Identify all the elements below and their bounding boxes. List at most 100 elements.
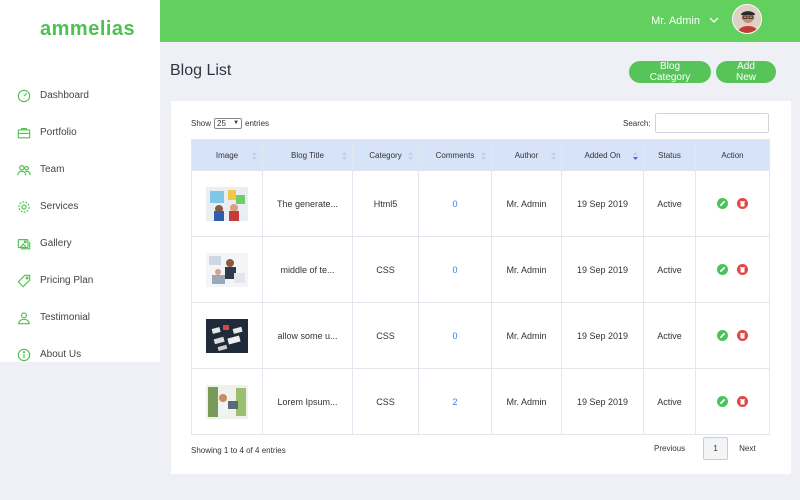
blog-thumbnail[interactable] [206, 186, 248, 221]
column-header-label: Status [658, 150, 681, 160]
sidebar-item-portfolio[interactable]: Portfolio [0, 114, 160, 151]
table-info: Showing 1 to 4 of 4 entries [191, 446, 286, 455]
previous-page-button[interactable]: Previous [654, 444, 685, 453]
show-label: Show [191, 119, 212, 128]
select-arrow-icon: ▼ [233, 120, 240, 126]
entries-select-value: 25 [217, 119, 226, 128]
info-icon [17, 348, 31, 361]
status-cell: Active [643, 302, 696, 369]
sidebar-item-testimonial[interactable]: Testimonial [0, 299, 160, 336]
blog-table: Image Blog Title Category Comments Autho… [191, 139, 770, 435]
gear-icon [18, 200, 30, 213]
column-header-status[interactable]: Status [643, 139, 696, 171]
table-row: allow some u... CSS 0 Mr. Admin 19 Sep 2… [191, 302, 770, 369]
sidebar-item-about-us[interactable]: About Us [0, 336, 160, 373]
edit-icon[interactable] [717, 396, 728, 407]
blog-thumbnail[interactable] [206, 384, 248, 419]
blog-thumbnail[interactable] [206, 252, 248, 287]
sidebar-item-label: Team [40, 164, 65, 175]
user-name[interactable]: Mr. Admin [651, 15, 700, 27]
comments-link[interactable]: 0 [418, 170, 492, 237]
blog-list-card: Show 25 ▼ entries Search: Image Blog Tit… [171, 101, 791, 474]
action-cell [695, 368, 770, 435]
sidebar-item-label: Services [40, 201, 79, 212]
blog-title-cell: The generate... [262, 170, 353, 237]
table-row: Lorem Ipsum... CSS 2 Mr. Admin 19 Sep 20… [191, 368, 770, 435]
search-input[interactable] [655, 113, 769, 133]
column-header-added-on[interactable]: Added On [561, 139, 644, 171]
blog-category-button[interactable]: Blog Category [629, 61, 711, 83]
status-cell: Active [643, 170, 696, 237]
sort-icon [252, 152, 257, 160]
blog-title-cell: middle of te... [262, 236, 353, 303]
page-1-button[interactable]: 1 [703, 437, 729, 460]
sort-icon [481, 152, 486, 160]
sidebar-item-team[interactable]: Team [0, 151, 160, 188]
column-header-label: Author [514, 150, 539, 160]
avatar[interactable] [732, 4, 762, 34]
avatar-image [733, 5, 761, 33]
image-cell [191, 368, 263, 435]
column-header-label: Category [369, 150, 402, 160]
team-icon [17, 164, 31, 175]
column-header-blog-title[interactable]: Blog Title [262, 139, 353, 171]
action-cell [695, 170, 770, 237]
table-row: middle of te... CSS 0 Mr. Admin 19 Sep 2… [191, 236, 770, 303]
tag-icon [17, 274, 31, 287]
add-new-button[interactable]: Add New [716, 61, 776, 83]
column-header-category[interactable]: Category [352, 139, 419, 171]
blog-thumbnail[interactable] [206, 318, 248, 353]
sidebar-item-gallery[interactable]: Gallery [0, 225, 160, 262]
category-cell: CSS [352, 302, 419, 369]
category-cell: Html5 [352, 170, 419, 237]
next-page-button[interactable]: Next [739, 444, 755, 453]
column-header-action: Action [695, 139, 770, 171]
edit-icon[interactable] [717, 330, 728, 341]
category-cell: CSS [352, 368, 419, 435]
added-on-cell: 19 Sep 2019 [561, 236, 644, 303]
column-header-author[interactable]: Author [491, 139, 562, 171]
comments-link[interactable]: 2 [418, 368, 492, 435]
comments-link[interactable]: 0 [418, 302, 492, 369]
sidebar-item-label: Testimonial [40, 312, 91, 323]
edit-icon[interactable] [717, 264, 728, 275]
sidebar-item-label: Gallery [40, 238, 72, 249]
author-cell: Mr. Admin [491, 236, 562, 303]
edit-icon[interactable] [717, 198, 728, 209]
sidebar-item-label: About Us [40, 349, 82, 360]
sidebar-item-services[interactable]: Services [0, 188, 160, 225]
sort-desc-icon [633, 152, 638, 160]
entries-length-control: Show 25 ▼ entries [191, 118, 269, 129]
image-cell [191, 236, 263, 303]
blog-title-cell: Lorem Ipsum... [262, 368, 353, 435]
column-header-label: Action [721, 150, 744, 160]
chevron-down-icon[interactable] [708, 14, 720, 26]
added-on-cell: 19 Sep 2019 [561, 368, 644, 435]
column-header-label: Blog Title [291, 150, 324, 160]
delete-icon[interactable] [737, 198, 748, 209]
comments-link[interactable]: 0 [418, 236, 492, 303]
brand-logo[interactable]: ammelias [40, 18, 135, 41]
user-quote-icon [18, 311, 30, 324]
briefcase-icon [17, 127, 31, 138]
column-header-comments[interactable]: Comments [418, 139, 492, 171]
delete-icon[interactable] [737, 396, 748, 407]
delete-icon[interactable] [737, 264, 748, 275]
blog-title-cell: allow some u... [262, 302, 353, 369]
category-cell: CSS [352, 236, 419, 303]
search-label: Search: [623, 119, 651, 128]
image-cell [191, 170, 263, 237]
author-cell: Mr. Admin [491, 302, 562, 369]
gallery-icon [17, 238, 31, 249]
image-cell [191, 302, 263, 369]
sort-icon [342, 152, 347, 160]
entries-select[interactable]: 25 ▼ [214, 118, 243, 129]
page-title: Blog List [170, 62, 232, 79]
table-row: The generate... Html5 0 Mr. Admin 19 Sep… [191, 170, 770, 237]
column-header-image[interactable]: Image [191, 139, 263, 171]
sidebar-item-pricing-plan[interactable]: Pricing Plan [0, 262, 160, 299]
sort-icon [551, 152, 556, 160]
sidebar-item-dashboard[interactable]: Dashboard [0, 77, 160, 114]
sidebar: ammelias Dashboard Portfolio Team Servic… [0, 0, 160, 362]
delete-icon[interactable] [737, 330, 748, 341]
